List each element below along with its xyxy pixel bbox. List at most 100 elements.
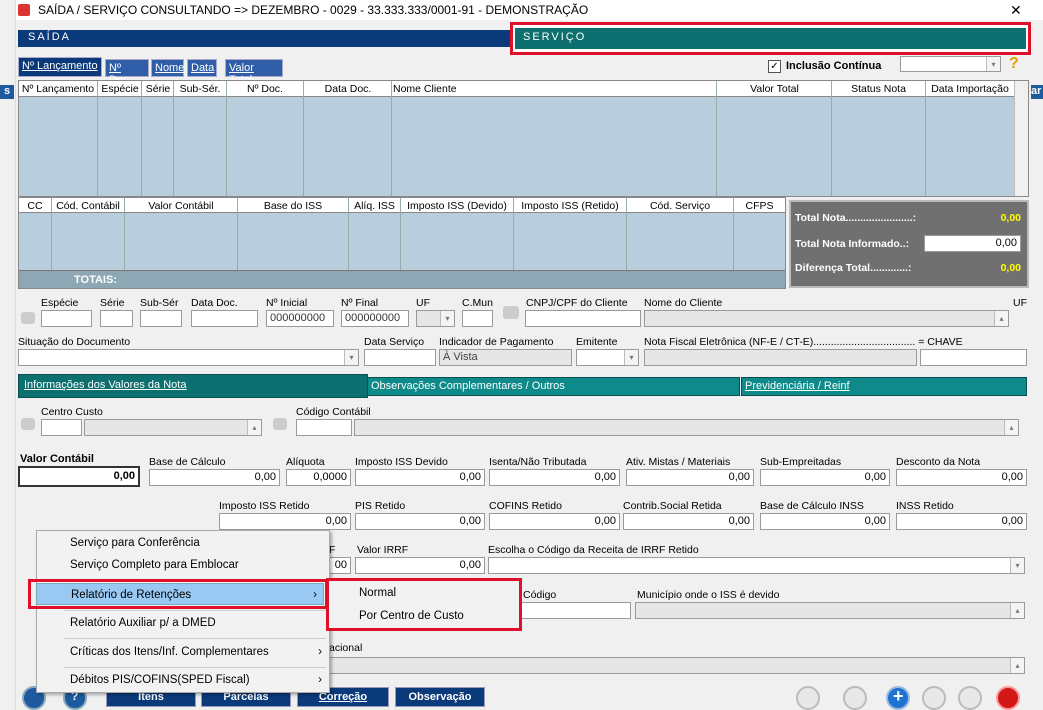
audit-icon[interactable] — [796, 686, 820, 710]
bg-fragment-left — [0, 0, 16, 710]
col-n-lancamento: Nº Lançamento — [21, 83, 95, 95]
informado-label: Total Nota Informado..: — [795, 238, 910, 250]
aliquota-input[interactable]: 0,0000 — [286, 469, 351, 486]
uf-select[interactable]: ▾ — [416, 310, 455, 327]
n-inicial-input[interactable]: 000000000 — [266, 310, 334, 327]
items-grid[interactable]: CC Cód. Contábil Valor Contábil Base do … — [18, 197, 786, 289]
escolha-select[interactable]: ▾ — [488, 557, 1025, 574]
inss-label: INSS Retido — [896, 500, 954, 512]
col-nome-cliente: Nome Cliente — [393, 83, 457, 95]
menu-relatorio-retencoes-label: Relatório de Retenções — [71, 589, 192, 601]
emitente-label: Emitente — [576, 336, 618, 348]
iss-retido-label: Imposto ISS Retido — [219, 500, 310, 512]
close-icon[interactable]: ✕ — [1010, 2, 1022, 19]
edit-icon[interactable] — [922, 686, 946, 710]
tab-previdenciaria[interactable]: Previdenciária / Reinf — [741, 377, 1027, 396]
iss-retido-input[interactable]: 0,00 — [219, 513, 351, 530]
indicador-select[interactable]: À Vista — [439, 349, 572, 366]
eraser-icon[interactable] — [21, 312, 35, 324]
nfe-input[interactable] — [644, 349, 917, 366]
base-calculo-input[interactable]: 0,00 — [149, 469, 280, 486]
chave-input[interactable] — [920, 349, 1027, 366]
menu-relatorio-retencoes[interactable]: Relatório de Retenções › — [36, 583, 324, 605]
add-icon[interactable]: + — [886, 686, 910, 710]
ativ-input[interactable]: 0,00 — [626, 469, 754, 486]
sub-input[interactable]: 0,00 — [760, 469, 890, 486]
col-iss-devido: Imposto ISS (Devido) — [407, 200, 507, 212]
submenu-normal[interactable]: Normal — [359, 587, 396, 599]
inclusao-checkbox[interactable]: ✓ — [768, 60, 781, 73]
plus-glyph: + — [893, 686, 904, 706]
col-iss-retido: Imposto ISS (Retido) — [521, 200, 619, 212]
data-doc-input[interactable] — [191, 310, 258, 327]
tab-n-lancamento[interactable]: Nº Lançamento — [18, 57, 102, 77]
power-icon[interactable] — [996, 686, 1020, 710]
nome-cliente-input[interactable]: ▴ — [644, 310, 1009, 327]
situacao-select[interactable]: ▾ — [18, 349, 359, 366]
municipio-input[interactable]: ▴ — [635, 602, 1025, 619]
valor-contabil-input[interactable]: 0,00 — [18, 466, 140, 487]
isenta-input[interactable]: 0,00 — [489, 469, 620, 486]
menu-criticas[interactable]: Críticas dos Itens/Inf. Complementares › — [36, 641, 330, 663]
inclusao-select[interactable]: ▾ — [900, 56, 1001, 72]
valor-irrf-input[interactable]: 0,00 — [355, 557, 485, 574]
serie-label: Série — [100, 297, 125, 309]
cmun-input[interactable] — [462, 310, 493, 327]
delete-icon[interactable] — [958, 686, 982, 710]
launch-grid[interactable]: Nº Lançamento Espécie Série Sub-Sér. Nº … — [18, 80, 1029, 197]
n-final-input[interactable]: 000000000 — [341, 310, 409, 327]
submenu-centro-custo[interactable]: Por Centro de Custo — [359, 610, 464, 622]
data-servico-input[interactable] — [364, 349, 436, 366]
subser-input[interactable] — [140, 310, 182, 327]
csll-input[interactable]: 0,00 — [623, 513, 754, 530]
centro-custo-input[interactable] — [41, 419, 82, 436]
codigo-input[interactable] — [521, 602, 631, 619]
imposto-iss-input[interactable]: 0,00 — [355, 469, 485, 486]
search-client-icon[interactable] — [503, 306, 519, 319]
irrf-small-input[interactable]: 00 — [329, 557, 351, 574]
nome-cliente-label: Nome do Cliente — [644, 297, 723, 309]
n-final-label: Nº Final — [341, 297, 379, 309]
tab-data[interactable]: Data — [187, 59, 217, 77]
centro-custo-desc[interactable]: ▴ — [84, 419, 262, 436]
pis-input[interactable]: 0,00 — [355, 513, 485, 530]
menu-criticas-label: Críticas dos Itens/Inf. Complementares — [70, 646, 269, 658]
eraser-icon-2[interactable] — [21, 418, 35, 430]
tab-valor-total[interactable]: Valor Total — [225, 59, 283, 86]
base-inss-input[interactable]: 0,00 — [760, 513, 890, 530]
inss-input[interactable]: 0,00 — [896, 513, 1027, 530]
col-cfps: CFPS — [745, 200, 774, 212]
col-status-nota: Status Nota — [851, 83, 906, 95]
observacao-button[interactable]: Observação — [395, 687, 485, 707]
tab-nome[interactable]: Nome — [151, 59, 184, 77]
menu-relatorio-dmed[interactable]: Relatório Auxiliar p/ a DMED — [36, 612, 330, 634]
codigo-contabil-input[interactable] — [296, 419, 352, 436]
sub-label: Sub-Empreitadas — [760, 456, 842, 468]
codigo-contabil-desc[interactable]: ▴ — [354, 419, 1019, 436]
eraser-icon-3[interactable] — [273, 418, 287, 430]
grid-scrollbar[interactable] — [1014, 81, 1028, 196]
col-base-iss: Base do ISS — [263, 200, 323, 212]
cnpj-input[interactable] — [525, 310, 641, 327]
informado-input[interactable]: 0,00 — [924, 235, 1021, 252]
menu-servico-completo[interactable]: Serviço Completo para Emblocar — [36, 554, 330, 576]
nfe-label: Nota Fiscal Eletrônica (NF-E / CT-E)....… — [644, 336, 963, 348]
emitente-select[interactable]: ▾ — [576, 349, 639, 366]
tab-informacoes-valores[interactable]: Informações dos Valores da Nota — [18, 374, 368, 398]
especie-input[interactable] — [41, 310, 92, 327]
escolha-label: Escolha o Código da Receita de IRRF Reti… — [488, 544, 699, 556]
tab-n-doc[interactable]: Nº Doc. — [105, 59, 149, 86]
tab-observacoes[interactable]: Observações Complementares / Outros — [367, 377, 740, 396]
col-cod-contabil: Cód. Contábil — [56, 200, 120, 212]
menu-debitos-pis[interactable]: Débitos PIS/COFINS(SPED Fiscal) › — [36, 669, 330, 691]
menu-servico-conferencia[interactable]: Serviço para Conferência — [36, 532, 330, 554]
search-icon[interactable] — [843, 686, 867, 710]
help-icon[interactable]: ? — [1009, 55, 1025, 73]
desconto-input[interactable]: 0,00 — [896, 469, 1027, 486]
desconto-label: Desconto da Nota — [896, 456, 981, 468]
valor-irrf-label: Valor IRRF — [357, 544, 409, 556]
cofins-input[interactable]: 0,00 — [489, 513, 620, 530]
base-inss-label: Base de Cálculo INSS — [760, 500, 864, 512]
nacional-input[interactable]: ▴ — [329, 657, 1025, 674]
serie-input[interactable] — [100, 310, 133, 327]
